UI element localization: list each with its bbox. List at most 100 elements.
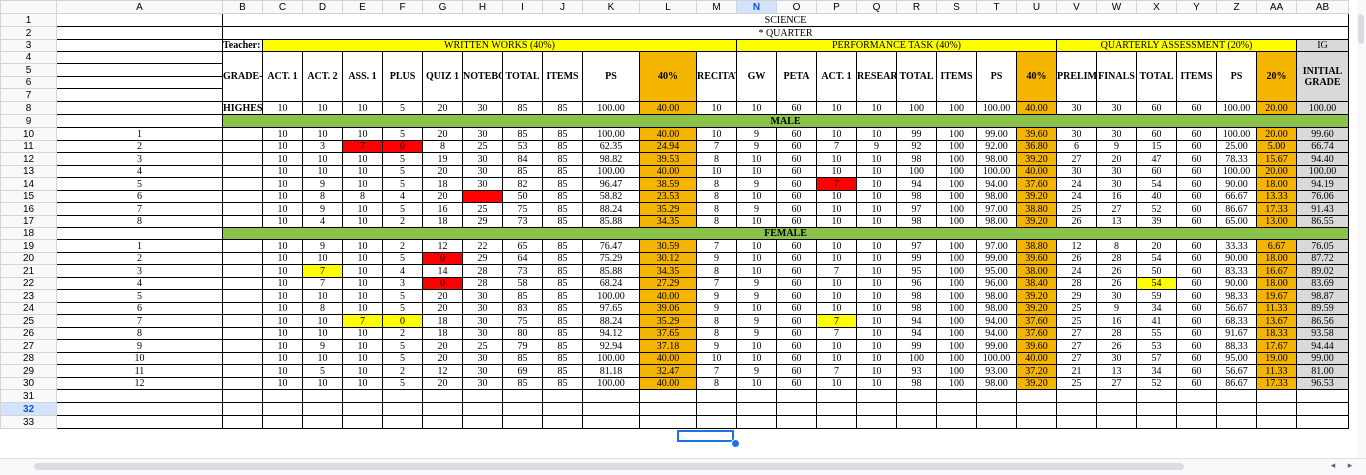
female-score-cell[interactable]: 10: [342, 339, 383, 353]
hps-cell[interactable]: 100: [896, 101, 937, 115]
male-score-cell[interactable]: 94.40: [1296, 152, 1349, 166]
female-score-cell[interactable]: 38.00: [1016, 264, 1057, 278]
female-score-cell[interactable]: 100.00: [582, 377, 640, 390]
female-score-cell[interactable]: 60: [776, 264, 817, 278]
male-score-cell[interactable]: 66.74: [1296, 140, 1349, 153]
female-score-cell[interactable]: 96: [896, 277, 937, 290]
subheader-17[interactable]: PS: [976, 51, 1017, 102]
female-score-cell[interactable]: 7: [816, 314, 857, 328]
empty-cell[interactable]: [382, 389, 423, 403]
female-score-cell[interactable]: 98.00: [976, 289, 1017, 303]
female-score-cell[interactable]: 93.58: [1296, 327, 1349, 340]
female-score-cell[interactable]: 60: [776, 277, 817, 290]
male-score-cell[interactable]: 7: [696, 140, 737, 153]
male-score-cell[interactable]: 24.94: [639, 140, 697, 153]
female-score-cell[interactable]: 39.60: [1016, 252, 1057, 265]
subheader-3[interactable]: PLUS: [382, 51, 423, 102]
male-score-cell[interactable]: 60: [776, 140, 817, 153]
female-score-cell[interactable]: 60: [1176, 377, 1217, 390]
female-learner-name[interactable]: [222, 352, 263, 365]
female-score-cell[interactable]: 10: [302, 327, 343, 340]
male-number[interactable]: 7: [56, 202, 223, 216]
hps-cell[interactable]: 10: [302, 101, 343, 115]
female-score-cell[interactable]: 25: [1056, 314, 1097, 328]
female-score-cell[interactable]: 40.00: [639, 289, 697, 303]
male-learner-name[interactable]: [222, 202, 263, 216]
female-score-cell[interactable]: 100: [936, 339, 977, 353]
male-score-cell[interactable]: 98.00: [976, 190, 1017, 203]
column-header-n[interactable]: N: [736, 0, 777, 14]
male-score-cell[interactable]: 30: [462, 165, 503, 178]
empty-cell[interactable]: [776, 402, 817, 416]
female-score-cell[interactable]: 10: [856, 339, 897, 353]
female-score-cell[interactable]: 4: [382, 264, 423, 278]
empty-cell[interactable]: [1096, 389, 1137, 403]
subheader-4[interactable]: QUIZ 1: [422, 51, 463, 102]
male-score-cell[interactable]: 94.19: [1296, 177, 1349, 191]
male-score-cell[interactable]: 94.00: [976, 177, 1017, 191]
female-score-cell[interactable]: 10: [816, 252, 857, 265]
male-score-cell[interactable]: 30: [1056, 165, 1097, 178]
male-score-cell[interactable]: 100: [936, 140, 977, 153]
cell[interactable]: [56, 39, 223, 52]
subheader-18[interactable]: 40%: [1016, 51, 1057, 102]
male-score-cell[interactable]: 3: [302, 140, 343, 153]
empty-cell[interactable]: [582, 402, 640, 416]
female-score-cell[interactable]: 0: [422, 252, 463, 265]
female-score-cell[interactable]: 12: [422, 364, 463, 378]
fill-handle[interactable]: [731, 439, 740, 448]
female-score-cell[interactable]: 76.05: [1296, 239, 1349, 253]
female-score-cell[interactable]: 83.33: [1216, 264, 1257, 278]
male-score-cell[interactable]: 6: [1056, 140, 1097, 153]
female-score-cell[interactable]: 37.18: [639, 339, 697, 353]
male-score-cell[interactable]: 5: [382, 152, 423, 166]
female-score-cell[interactable]: 54: [1136, 277, 1177, 290]
male-score-cell[interactable]: 35.29: [639, 202, 697, 216]
female-score-cell[interactable]: 10: [856, 352, 897, 365]
female-score-cell[interactable]: 9: [736, 277, 777, 290]
empty-cell[interactable]: [696, 415, 737, 429]
male-score-cell[interactable]: 10: [342, 215, 383, 228]
subheader-21[interactable]: TOTAL: [1136, 51, 1177, 102]
vertical-scrollbar[interactable]: [1357, 0, 1366, 458]
column-header-k[interactable]: K: [582, 0, 640, 14]
female-number[interactable]: 11: [56, 364, 223, 378]
male-score-cell[interactable]: 20.00: [1256, 127, 1297, 141]
subheader-20[interactable]: FINALS: [1096, 51, 1137, 102]
male-score-cell[interactable]: 60: [1176, 177, 1217, 191]
female-score-cell[interactable]: 75: [502, 314, 543, 328]
female-score-cell[interactable]: 30: [462, 377, 503, 390]
male-score-cell[interactable]: 39.20: [1016, 190, 1057, 203]
male-score-cell[interactable]: 10: [816, 152, 857, 166]
male-score-cell[interactable]: 13: [1096, 215, 1137, 228]
male-number[interactable]: 3: [56, 152, 223, 166]
female-learner-name[interactable]: [222, 364, 263, 378]
male-score-cell[interactable]: 60: [1176, 215, 1217, 228]
female-score-cell[interactable]: 41: [1136, 314, 1177, 328]
female-score-cell[interactable]: 10: [262, 277, 303, 290]
male-score-cell[interactable]: 39.53: [639, 152, 697, 166]
empty-cell[interactable]: [1096, 415, 1137, 429]
column-header-a[interactable]: A: [56, 0, 223, 14]
row-header-28[interactable]: 28: [0, 352, 57, 365]
female-score-cell[interactable]: 10: [342, 277, 383, 290]
male-score-cell[interactable]: 66.67: [1216, 190, 1257, 203]
male-score-cell[interactable]: 9: [1096, 140, 1137, 153]
male-score-cell[interactable]: 52: [1136, 202, 1177, 216]
male-score-cell[interactable]: 100: [936, 190, 977, 203]
male-score-cell[interactable]: 25: [1056, 202, 1097, 216]
female-score-cell[interactable]: 7: [816, 327, 857, 340]
column-header-t[interactable]: T: [976, 0, 1017, 14]
male-score-cell[interactable]: 10: [856, 152, 897, 166]
empty-cell[interactable]: [1216, 389, 1257, 403]
female-score-cell[interactable]: 37.60: [1016, 327, 1057, 340]
female-score-cell[interactable]: 7: [816, 264, 857, 278]
female-score-cell[interactable]: 60: [776, 352, 817, 365]
female-learner-name[interactable]: [222, 239, 263, 253]
female-score-cell[interactable]: 94.00: [976, 327, 1017, 340]
female-score-cell[interactable]: 10: [736, 264, 777, 278]
cell[interactable]: [56, 76, 223, 89]
female-score-cell[interactable]: 50: [1136, 264, 1177, 278]
male-score-cell[interactable]: 10: [342, 177, 383, 191]
subheader-15[interactable]: TOTAL: [896, 51, 937, 102]
